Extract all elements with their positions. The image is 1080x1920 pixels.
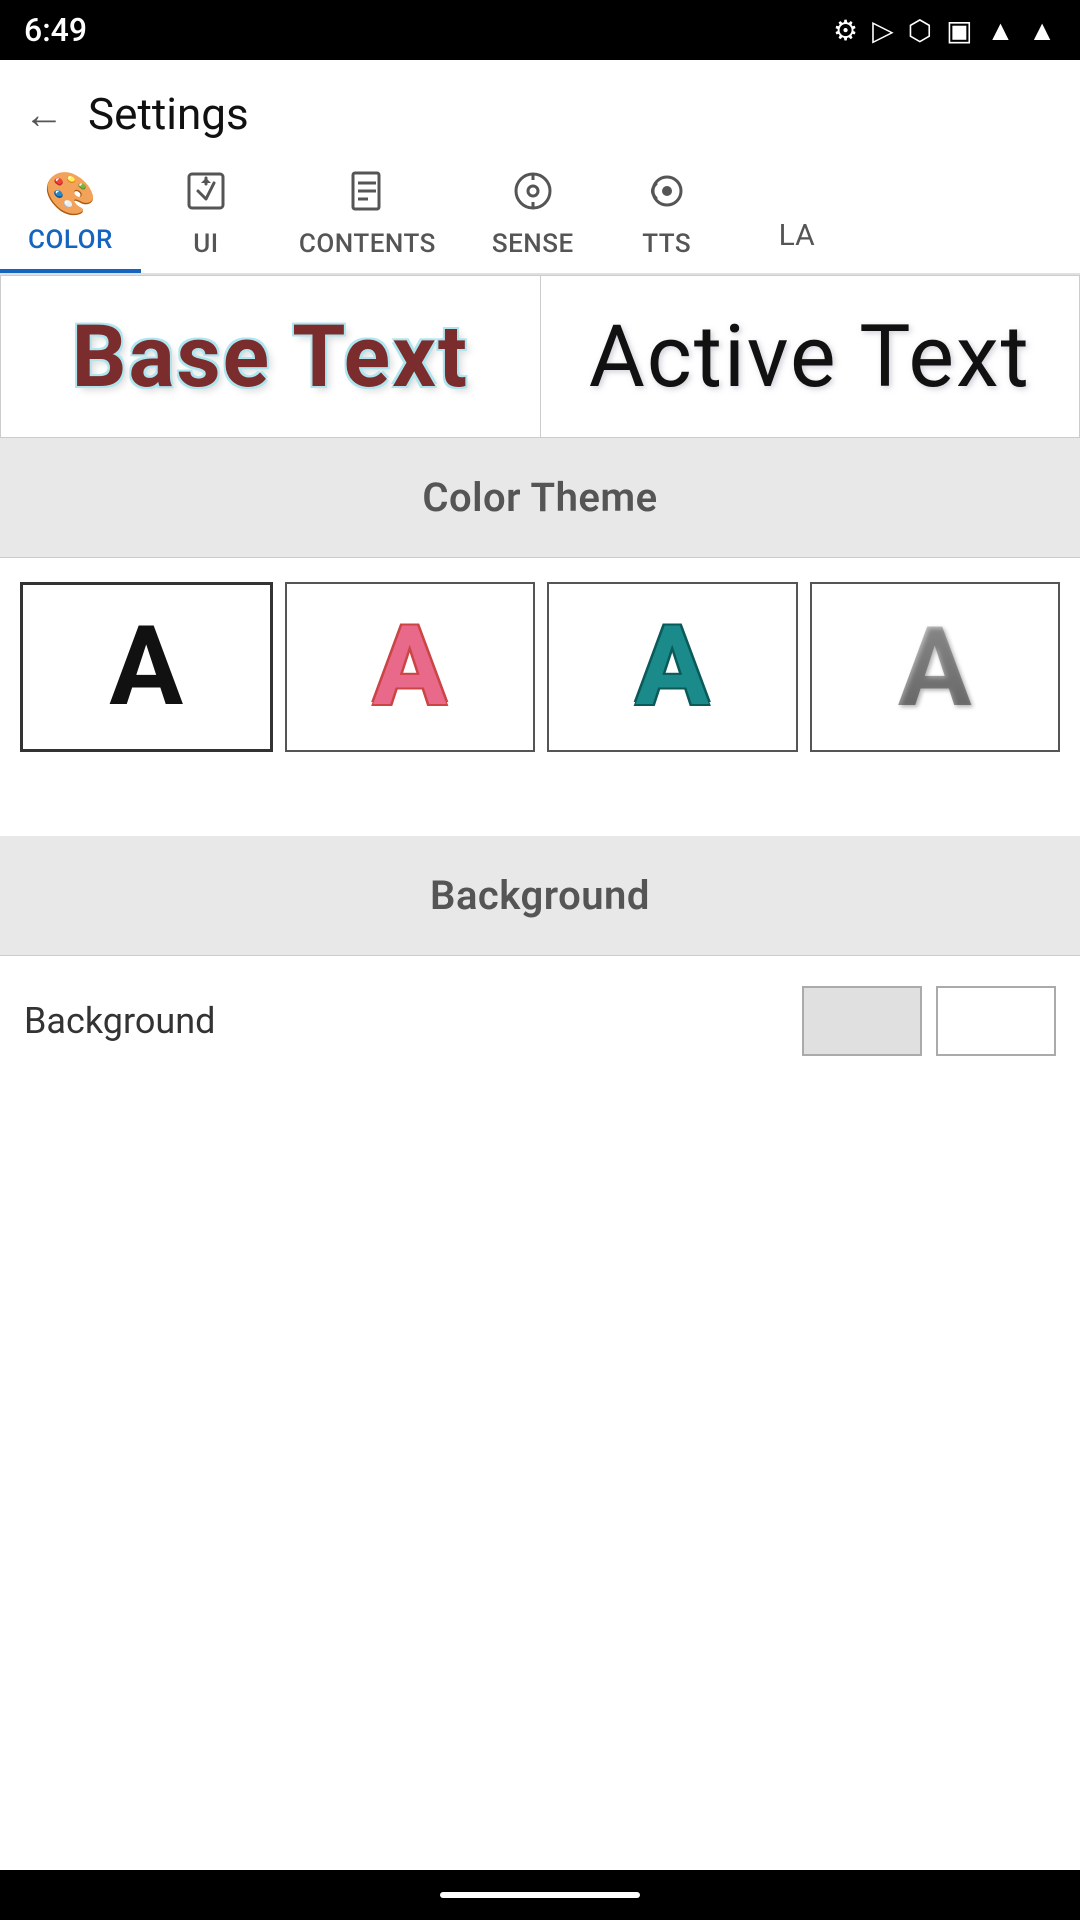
- background-row: Background: [0, 956, 1080, 1086]
- tab-contents-label: CONTENTS: [299, 229, 436, 259]
- theme-letter-black: A: [109, 612, 183, 722]
- bottom-bar: [0, 1870, 1080, 1920]
- person-icon: ⬡: [908, 14, 932, 47]
- back-button[interactable]: ←: [24, 91, 64, 138]
- wifi-icon: ▲: [987, 14, 1015, 47]
- color-swatch-group: [802, 986, 1056, 1056]
- color-theme-title: Color Theme: [422, 474, 657, 521]
- header: ← Settings: [0, 60, 1080, 160]
- tab-color-label: COLOR: [28, 225, 113, 255]
- theme-letter-teal: A: [635, 612, 709, 722]
- theme-letter-pink: A: [373, 612, 447, 722]
- tab-contents[interactable]: CONTENTS: [271, 160, 464, 273]
- sense-icon: [512, 170, 554, 223]
- preview-base[interactable]: Base Text: [1, 276, 541, 437]
- tab-la[interactable]: LA: [732, 208, 862, 273]
- ui-icon: [185, 170, 227, 223]
- text-preview: Base Text Active Text: [0, 275, 1080, 438]
- background-row-label: Background: [24, 1000, 802, 1042]
- sim-icon: ▣: [946, 14, 972, 47]
- contents-icon: [346, 170, 388, 223]
- theme-option-pink[interactable]: A: [285, 582, 536, 752]
- tab-color[interactable]: 🎨 COLOR: [0, 160, 141, 273]
- gear-icon: ⚙: [833, 14, 858, 47]
- theme-option-gradient[interactable]: A: [810, 582, 1061, 752]
- theme-letter-gradient: A: [898, 603, 972, 732]
- tab-sense[interactable]: SENSE: [464, 160, 602, 273]
- status-time: 6:49: [24, 11, 87, 49]
- tab-bar: 🎨 COLOR UI CONTENTS: [0, 160, 1080, 275]
- color-theme-options: A A A A: [0, 558, 1080, 776]
- status-bar: 6:49 ⚙ ▷ ⬡ ▣ ▲ ▲: [0, 0, 1080, 60]
- bottom-indicator: [440, 1892, 640, 1898]
- tab-sense-label: SENSE: [492, 229, 574, 259]
- page-title: Settings: [88, 88, 249, 140]
- base-text: Base Text: [72, 306, 469, 407]
- theme-option-black[interactable]: A: [20, 582, 273, 752]
- tts-icon: [646, 170, 688, 223]
- background-section: Background Background: [0, 836, 1080, 1086]
- tab-tts[interactable]: TTS: [602, 160, 732, 273]
- la-icon: LA: [779, 218, 815, 253]
- swatch-white[interactable]: [936, 986, 1056, 1056]
- color-theme-section-header: Color Theme: [0, 438, 1080, 557]
- tab-ui[interactable]: UI: [141, 160, 271, 273]
- background-section-header: Background: [0, 836, 1080, 955]
- tab-ui-label: UI: [193, 229, 218, 259]
- play-icon: ▷: [872, 14, 894, 47]
- status-icons: ⚙ ▷ ⬡ ▣ ▲ ▲: [833, 14, 1056, 47]
- signal-icon: ▲: [1028, 14, 1056, 47]
- tab-tts-label: TTS: [642, 229, 691, 259]
- preview-active[interactable]: Active Text: [541, 276, 1080, 437]
- active-text: Active Text: [589, 306, 1031, 407]
- theme-option-teal[interactable]: A: [547, 582, 798, 752]
- background-title: Background: [430, 872, 650, 919]
- swatch-gray[interactable]: [802, 986, 922, 1056]
- color-icon: 🎨: [44, 170, 96, 219]
